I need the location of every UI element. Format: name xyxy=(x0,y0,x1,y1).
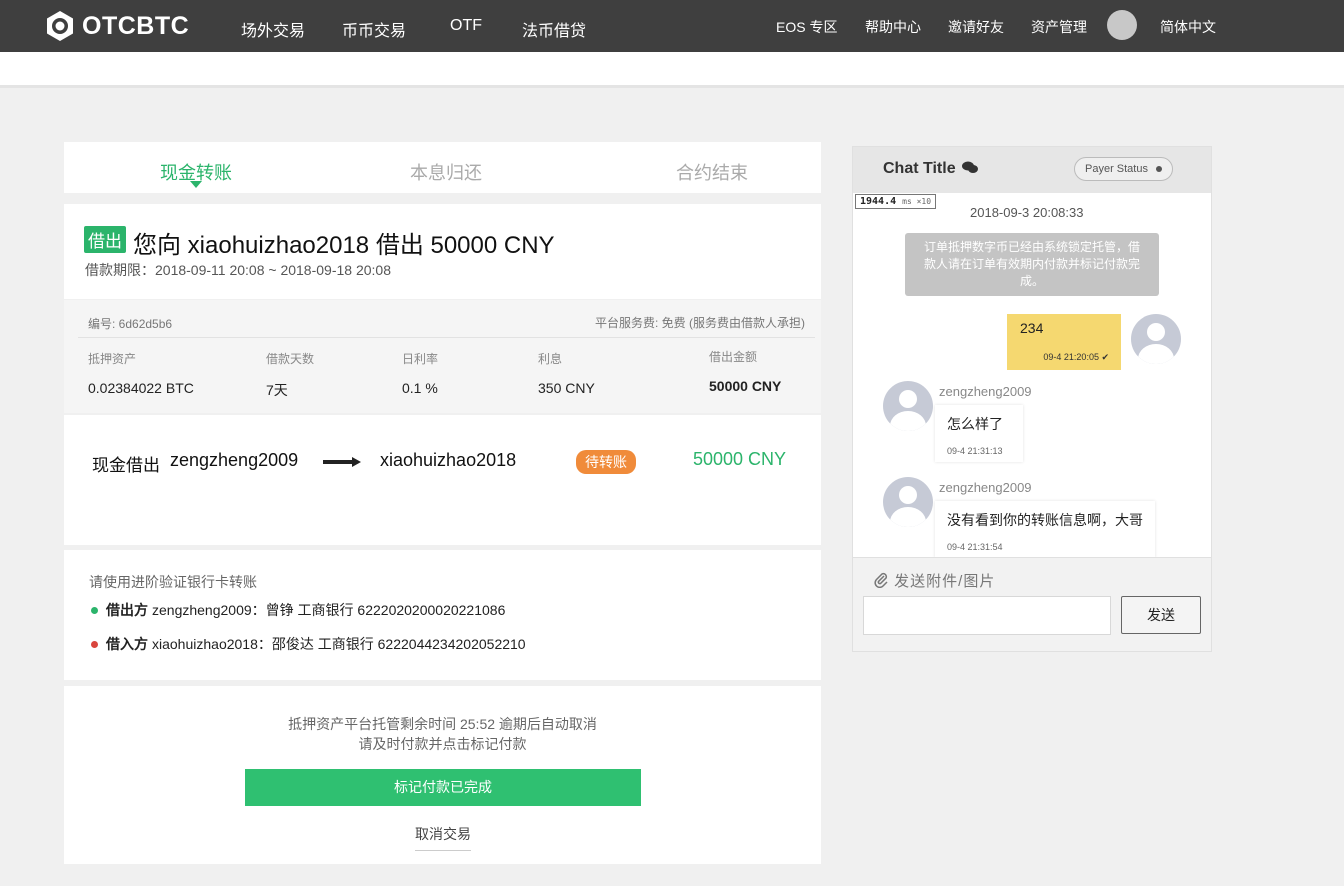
chat-date: 2018-09-3 20:08:33 xyxy=(970,205,1084,220)
message-text: 怎么样了 xyxy=(947,416,1003,432)
escrow-timer: 抵押资产平台托管剩余时间 25:52 逾期后自动取消 请及时付款并点击标记付款 xyxy=(64,714,821,754)
perf-overlay: 1944.4 ms ×10 xyxy=(855,194,937,209)
detail-label: 抵押资产 xyxy=(88,352,137,366)
peer-name: zengzheng2009 xyxy=(939,480,1032,495)
flow-from-user: zengzheng2009 xyxy=(170,450,299,470)
message-time: 09-4 21:20:05 ✔ xyxy=(1043,352,1109,362)
bank-info-card: 请使用进阶验证银行卡转账 借出方 zengzheng2009：曾铮 工商银行 6… xyxy=(64,550,821,680)
payer-status-toggle[interactable]: Payer Status xyxy=(1074,157,1173,181)
message-time: 09-4 21:31:13 xyxy=(947,446,1003,456)
nav-coin-trade[interactable]: 币币交易 xyxy=(342,17,406,41)
lender-label: 借出方 xyxy=(106,602,148,618)
nav-help-center[interactable]: 帮助中心 xyxy=(865,17,921,37)
loan-period: 借款期限：2018-09-11 20:08 ~ 2018-09-18 20:08 xyxy=(85,262,391,278)
details-divider xyxy=(78,337,815,338)
detail-daily-rate: 日利率 0.1 % xyxy=(402,350,438,396)
peer-avatar xyxy=(883,381,933,431)
nav-fiat-loan[interactable]: 法币借贷 xyxy=(522,17,586,60)
loan-details: 编号: 6d62d5b6 平台服务费: 免费 (服务费由借款人承担) 抵押资产 … xyxy=(64,300,821,413)
chat-panel: Chat Title Payer Status 1944.4 ms ×10 20… xyxy=(852,146,1212,652)
chat-message-input[interactable] xyxy=(863,596,1111,635)
peer-avatar xyxy=(883,477,933,527)
payment-action-card: 抵押资产平台托管剩余时间 25:52 逾期后自动取消 请及时付款并点击标记付款 … xyxy=(64,686,821,864)
loan-headline: 您向 xiaohuizhao2018 借出 50000 CNY xyxy=(133,232,555,259)
detail-label: 利息 xyxy=(538,352,563,366)
status-dot-icon xyxy=(1155,166,1162,173)
active-tab-indicator xyxy=(190,181,202,188)
detail-label: 借出金额 xyxy=(709,350,758,364)
detail-value: 0.02384022 BTC xyxy=(88,380,194,396)
cancel-trade-link[interactable]: 取消交易 xyxy=(415,824,471,851)
detail-value: 0.1 % xyxy=(402,380,438,396)
tab-contract-end[interactable]: 合约结束 xyxy=(676,159,748,185)
chat-header: Chat Title Payer Status xyxy=(853,147,1211,193)
mark-paid-button[interactable]: 标记付款已完成 xyxy=(245,769,641,806)
brand-logo[interactable]: OTCBTC xyxy=(44,10,189,42)
detail-days: 借款天数 7天 xyxy=(266,350,314,400)
paperclip-icon xyxy=(874,572,888,589)
message-text: 234 xyxy=(1020,320,1044,336)
status-badge: 待转账 xyxy=(576,450,636,474)
borrower-label: 借入方 xyxy=(106,636,148,652)
chat-title: Chat Title xyxy=(883,160,979,178)
progress-tabs: 现金转账 本息归还 合约结束 xyxy=(64,142,821,193)
lender-bank-text: zengzheng2009：曾铮 工商银行 622202020002022108… xyxy=(152,602,506,618)
nav-asset-management[interactable]: 资产管理 xyxy=(1031,17,1087,37)
user-avatar[interactable] xyxy=(1107,10,1137,40)
chat-messages[interactable]: 1944.4 ms ×10 2018-09-3 20:08:33 订单抵押数字币… xyxy=(853,193,1211,557)
top-nav: OTCBTC 场外交易 币币交易 OTF 法币借贷 EOS 专区 帮助中心 邀请… xyxy=(0,0,1344,60)
detail-interest: 利息 350 CNY xyxy=(538,350,595,396)
nav-eos-zone[interactable]: EOS 专区 xyxy=(776,17,837,37)
borrower-bank-text: xiaohuizhao2018：邵俊达 工商银行 622204423420205… xyxy=(152,636,526,652)
borrower-dot xyxy=(91,640,98,648)
transfer-flow-card: 现金借出 zengzheng2009 xiaohuizhao2018 待转账 5… xyxy=(64,415,821,545)
nav-otf[interactable]: OTF xyxy=(450,17,482,35)
peer-name: zengzheng2009 xyxy=(939,384,1032,399)
timer-line-2: 请及时付款并点击标记付款 xyxy=(358,736,527,752)
system-message: 订单抵押数字币已经由系统锁定托管，借款人请在订单有效期内付款并标记付款完成。 xyxy=(905,233,1159,296)
tab-repayment[interactable]: 本息归还 xyxy=(410,159,482,185)
flow-title: 现金借出 xyxy=(92,456,160,475)
attach-button[interactable]: 发送附件/图片 xyxy=(873,570,995,591)
message-text: 没有看到你的转账信息啊，大哥 xyxy=(947,512,1143,528)
peer-message: 怎么样了 09-4 21:31:13 xyxy=(935,405,1023,462)
detail-value: 7天 xyxy=(266,382,288,398)
brand-name: OTCBTC xyxy=(82,11,190,40)
detail-value: 350 CNY xyxy=(538,380,595,396)
my-avatar xyxy=(1131,314,1181,364)
detail-value: 50000 CNY xyxy=(709,378,782,394)
detail-label: 日利率 xyxy=(402,352,439,366)
arrow-right-icon xyxy=(323,457,361,467)
lend-badge: 借出 xyxy=(84,226,126,253)
detail-collateral: 抵押资产 0.02384022 BTC xyxy=(88,350,194,396)
loan-headline-card: 借出 您向 xiaohuizhao2018 借出 50000 CNY 借款期限：… xyxy=(64,204,821,299)
lender-bank-row: 借出方 zengzheng2009：曾铮 工商银行 62220202000202… xyxy=(91,600,505,620)
send-button[interactable]: 发送 xyxy=(1121,596,1201,634)
sub-header-strip xyxy=(0,52,1344,88)
lender-dot xyxy=(91,606,98,614)
my-message: 234 09-4 21:20:05 ✔ xyxy=(1007,314,1121,370)
peer-message: 没有看到你的转账信息啊，大哥 09-4 21:31:54 xyxy=(935,501,1155,557)
language-selector[interactable]: 简体中文 xyxy=(1160,17,1216,37)
service-fee: 平台服务费: 免费 (服务费由借款人承担) xyxy=(595,316,805,330)
nav-otc-trade[interactable]: 场外交易 xyxy=(241,17,305,41)
order-id: 编号: 6d62d5b6 xyxy=(88,317,173,331)
timer-line-1: 抵押资产平台托管剩余时间 25:52 逾期后自动取消 xyxy=(288,716,597,732)
flow-to-user: xiaohuizhao2018 xyxy=(380,450,517,470)
logo-icon xyxy=(47,11,73,41)
detail-lend-amount: 借出金额 50000 CNY xyxy=(709,348,781,394)
chat-bubble-icon xyxy=(962,161,979,173)
chat-compose: 发送附件/图片 发送 xyxy=(853,557,1211,651)
flow-amount: 50000 CNY xyxy=(693,449,787,469)
nav-invite-friends[interactable]: 邀请好友 xyxy=(948,17,1004,37)
detail-label: 借款天数 xyxy=(266,352,315,366)
bank-hint: 请使用进阶验证银行卡转账 xyxy=(89,574,257,590)
borrower-bank-row: 借入方 xiaohuizhao2018：邵俊达 工商银行 62220442342… xyxy=(91,634,526,654)
message-time: 09-4 21:31:54 xyxy=(947,542,1003,552)
